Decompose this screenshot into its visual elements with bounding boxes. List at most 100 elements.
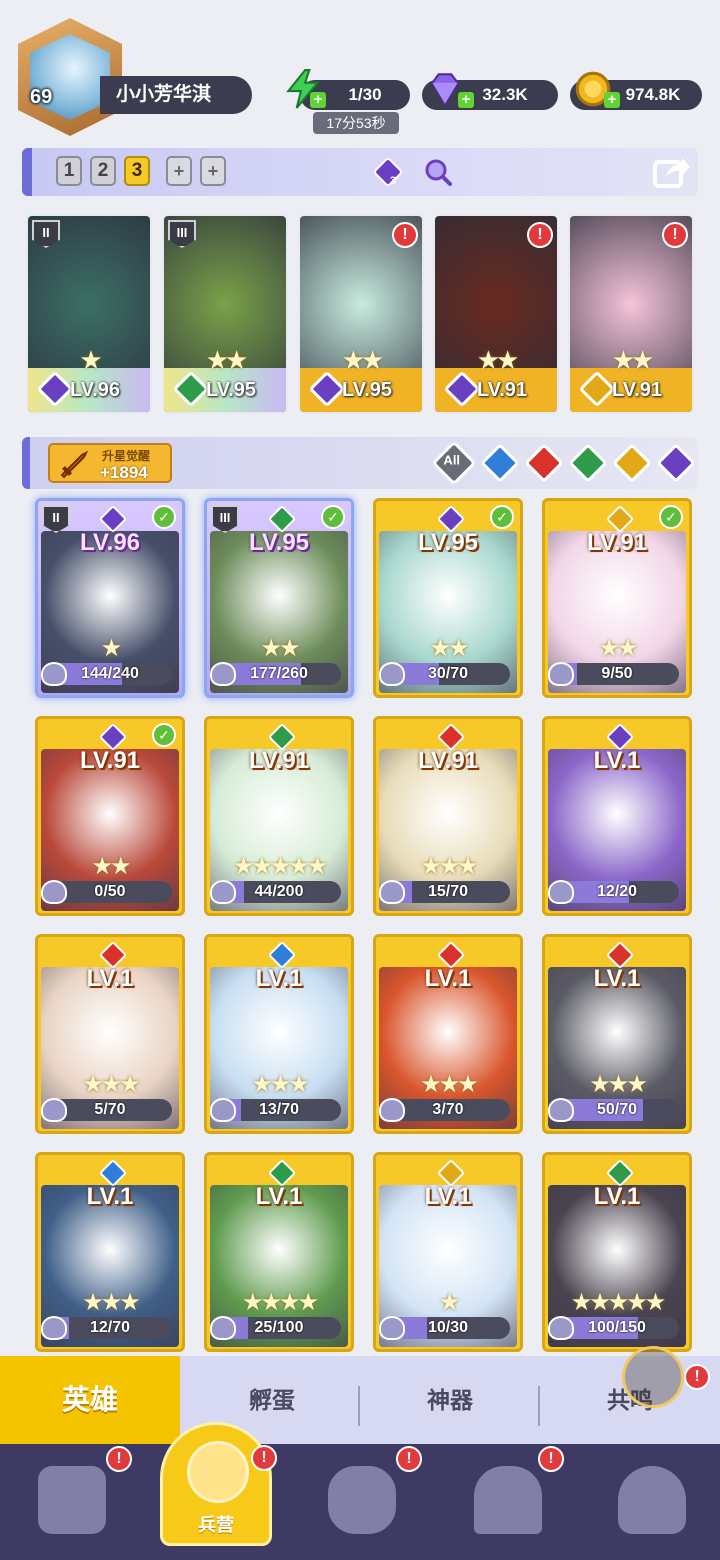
- hero-card[interactable]: LV.91 ★★★ 15/70: [373, 716, 523, 916]
- barracks-icon: [187, 1441, 249, 1503]
- team-card[interactable]: LV.91 ★★!: [433, 214, 559, 414]
- hero-card[interactable]: LV.1 ★★★ 50/70: [542, 934, 692, 1134]
- star-rating: ★★★: [82, 1289, 141, 1316]
- filter-nature-icon[interactable]: [568, 443, 608, 483]
- hero-level: LV.91: [586, 529, 648, 556]
- hero-level: LV.91: [79, 747, 141, 774]
- hero-card[interactable]: LV.1 ★★★ 3/70: [373, 934, 523, 1134]
- in-team-check-icon: ✓: [490, 505, 514, 529]
- nav-map[interactable]: !: [320, 1446, 422, 1544]
- star-up-value: +1894: [100, 463, 148, 482]
- team-slot-add-2[interactable]: +: [200, 156, 226, 186]
- team-card[interactable]: LV.95 ★★ III: [162, 214, 288, 414]
- player-level: 69: [30, 86, 53, 108]
- nav-cards[interactable]: !: [30, 1446, 132, 1544]
- dark-element-counter-icon[interactable]: 3: [372, 156, 404, 188]
- star-rating: ★★: [476, 345, 520, 375]
- hero-shard-icon: [379, 662, 405, 686]
- filter-fire-icon[interactable]: [524, 443, 564, 483]
- hero-card[interactable]: LV.1 12/20: [542, 716, 692, 916]
- sword-icon: [60, 450, 89, 479]
- hero-level: LV.1: [593, 747, 641, 774]
- filter-water-icon[interactable]: [480, 443, 520, 483]
- star-rating: ★★★: [420, 853, 479, 880]
- team-card[interactable]: LV.91 ★★!: [568, 214, 694, 414]
- filter-dark-icon[interactable]: [656, 443, 696, 483]
- hero-card[interactable]: LV.91 ✓ ★★ 0/50: [35, 716, 185, 916]
- hero-shard-icon: [41, 1098, 67, 1122]
- team-card[interactable]: LV.96 ★ II: [26, 214, 152, 414]
- star-up-button[interactable]: 升星觉醒 +1894: [48, 443, 172, 483]
- star-rating: ★★: [341, 345, 385, 375]
- hero-card[interactable]: LV.95 ✓ ★★ 30/70: [373, 498, 523, 698]
- player-name[interactable]: 小小芳华淇: [100, 76, 252, 114]
- alert-icon: !: [392, 222, 418, 248]
- hero-level: LV.1: [255, 965, 303, 992]
- gem-plus-icon[interactable]: +: [458, 92, 474, 108]
- team-card[interactable]: LV.95 ★★!: [298, 214, 424, 414]
- star-rating: ★★★: [82, 1071, 141, 1098]
- nav-mushroom[interactable]: [610, 1460, 694, 1544]
- hero-card[interactable]: LV.1 ★★★ 5/70: [35, 934, 185, 1134]
- hero-level: LV.91: [417, 747, 479, 774]
- hero-card[interactable]: LV.1 ★★★ 12/70: [35, 1152, 185, 1352]
- star-rating: ★★★: [251, 1071, 310, 1098]
- star-rating: ★★: [205, 345, 249, 375]
- hero-card[interactable]: LV.96 ✓ II ★ 144/240: [35, 498, 185, 698]
- nav-barracks[interactable]: 兵营 !: [160, 1422, 277, 1546]
- cards-icon: [38, 1466, 106, 1534]
- hero-shard-icon: [548, 1098, 574, 1122]
- tab-hatch[interactable]: 孵蛋: [182, 1378, 362, 1422]
- tab-artifact[interactable]: 神器: [360, 1378, 540, 1422]
- hero-level: LV.1: [593, 1183, 641, 1210]
- share-icon[interactable]: [652, 154, 692, 190]
- hero-card[interactable]: LV.91 ✓ ★★ 9/50: [542, 498, 692, 698]
- nav-temple[interactable]: !: [466, 1446, 564, 1544]
- hero-level: LV.1: [86, 1183, 134, 1210]
- filter-light-icon[interactable]: [612, 443, 652, 483]
- tab-heroes[interactable]: 英雄: [0, 1356, 180, 1444]
- nav-barracks-label: 兵营: [198, 1515, 234, 1535]
- hero-shard-icon: [210, 880, 236, 904]
- hero-shard-icon: [210, 662, 236, 686]
- hero-card[interactable]: LV.1 ★★★★ 25/100: [204, 1152, 354, 1352]
- hero-shard-icon: [41, 880, 67, 904]
- team-slot-3[interactable]: 3: [124, 156, 150, 186]
- hero-level: LV.1: [424, 1183, 472, 1210]
- floating-assistant-button[interactable]: [622, 1346, 684, 1408]
- team-slot-1[interactable]: 1: [56, 156, 82, 186]
- alert-icon: !: [106, 1446, 132, 1472]
- hero-shard-icon: [379, 880, 405, 904]
- star-up-label: 升星觉醒: [102, 449, 151, 463]
- alert-icon: !: [684, 1364, 710, 1390]
- hero-card[interactable]: LV.1 ★ 10/30: [373, 1152, 523, 1352]
- hero-card[interactable]: LV.1 ★★★★★ 100/150: [542, 1152, 692, 1352]
- hero-card[interactable]: LV.91 ★★★★★ 44/200: [204, 716, 354, 916]
- alert-icon: !: [251, 1445, 277, 1471]
- hero-shard-icon: [210, 1316, 236, 1340]
- star-rating: ★★★★★: [232, 853, 329, 880]
- energy-timer: 17分53秒: [313, 112, 399, 134]
- star-rating: ★★★: [589, 1071, 648, 1098]
- team-bar: 1 2 3 + + 3: [22, 148, 698, 196]
- star-rating: ★: [100, 635, 123, 662]
- energy-plus-icon[interactable]: +: [310, 92, 326, 108]
- in-team-check-icon: ✓: [152, 505, 176, 529]
- gold-plus-icon[interactable]: +: [604, 92, 620, 108]
- star-rating: ★★★: [420, 1071, 479, 1098]
- map-icon: [328, 1466, 396, 1534]
- mushroom-icon: [618, 1466, 686, 1534]
- hero-level: LV.1: [593, 965, 641, 992]
- star-rating: ★: [79, 345, 102, 375]
- filter-bar: 升星觉醒 +1894 All: [22, 437, 698, 489]
- hero-card[interactable]: LV.95 ✓ III ★★ 177/260: [204, 498, 354, 698]
- hero-card[interactable]: LV.1 ★★★ 13/70: [204, 934, 354, 1134]
- team-slot-add-1[interactable]: +: [166, 156, 192, 186]
- hero-shard-icon: [548, 1316, 574, 1340]
- search-icon[interactable]: [422, 156, 454, 188]
- filter-all-button[interactable]: All: [431, 440, 477, 486]
- hero-level: LV.96: [79, 529, 141, 556]
- team-slot-2[interactable]: 2: [90, 156, 116, 186]
- hero-level: LV.91: [612, 379, 663, 401]
- star-rating: ★★: [260, 635, 300, 662]
